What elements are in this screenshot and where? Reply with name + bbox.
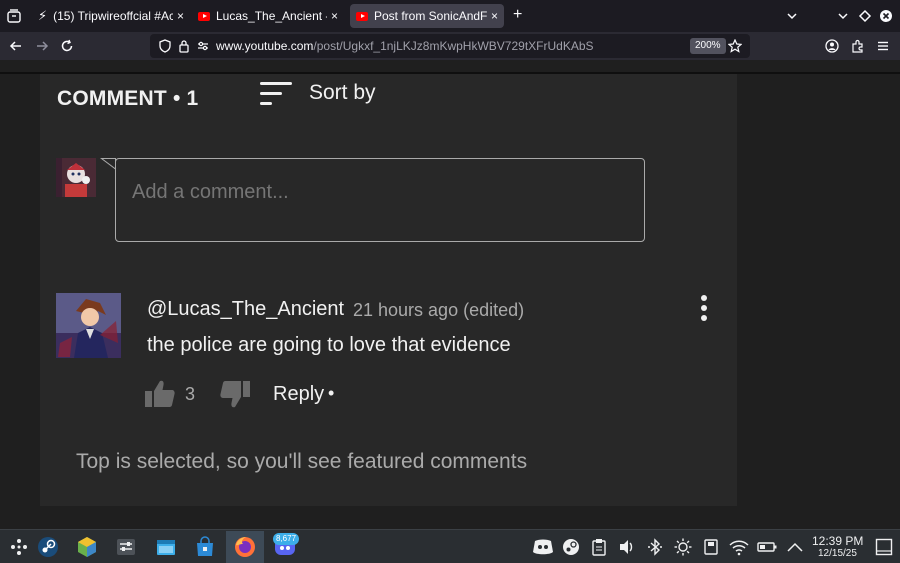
- store-icon[interactable]: [194, 536, 216, 558]
- tab-overflow-icon[interactable]: [785, 9, 799, 23]
- zoom-level-badge[interactable]: 200%: [690, 38, 726, 54]
- tracking-shield-icon[interactable]: [158, 39, 172, 53]
- new-tab-button[interactable]: +: [513, 6, 522, 24]
- extensions-icon[interactable]: [848, 36, 868, 56]
- close-icon[interactable]: ×: [331, 9, 338, 23]
- reload-icon[interactable]: [57, 36, 77, 56]
- avatar[interactable]: [56, 158, 96, 197]
- tab-title: Lucas_The_Ancient - You: [216, 9, 327, 23]
- tray-expand-icon[interactable]: [784, 536, 806, 558]
- dislike-icon[interactable]: [219, 379, 251, 409]
- comment-text: the police are going to love that eviden…: [147, 334, 511, 356]
- close-icon[interactable]: ×: [177, 9, 184, 23]
- comment-timestamp[interactable]: 21 hours ago (edited): [353, 300, 524, 321]
- comment-header-separator: •: [172, 87, 181, 110]
- storage-icon[interactable]: [700, 536, 722, 558]
- close-icon[interactable]: ×: [491, 9, 498, 23]
- tab-list-icon[interactable]: [6, 8, 22, 24]
- comment-count: 1: [186, 87, 199, 110]
- wifi-icon[interactable]: [728, 536, 750, 558]
- package-manager-icon[interactable]: [76, 536, 98, 558]
- clock-time[interactable]: 12:39 PM: [812, 534, 863, 548]
- comment-count-header: COMMENT • 1: [57, 87, 198, 111]
- tab-lucas-channel[interactable]: Lucas_The_Ancient - You ×: [192, 4, 344, 28]
- reply-button[interactable]: Reply: [273, 383, 324, 406]
- permissions-icon[interactable]: [196, 39, 210, 53]
- browser-tab-bar: ⚡ (15) Tripwireoffcial #Acc × Lucas_The_…: [0, 0, 900, 32]
- clock-date[interactable]: 12/15/25: [818, 548, 857, 559]
- tab-title: Post from SonicAndFrier: [374, 9, 487, 23]
- comments-panel: [40, 74, 737, 506]
- url-bar[interactable]: www.youtube.com/post/Ugkxf_1njLKJz8mKwpH…: [150, 34, 750, 58]
- maximize-icon[interactable]: [858, 9, 872, 23]
- discord-tray-icon[interactable]: [532, 536, 554, 558]
- commenter-avatar[interactable]: [56, 293, 121, 358]
- divider: [0, 60, 900, 74]
- clipboard-icon[interactable]: [588, 536, 610, 558]
- volume-icon[interactable]: [616, 536, 638, 558]
- featured-comments-note: Top is selected, so you'll see featured …: [76, 450, 528, 473]
- like-count: 3: [185, 384, 196, 404]
- like-icon[interactable]: [144, 379, 176, 409]
- bookmark-star-icon[interactable]: [727, 38, 743, 53]
- tab-post-active[interactable]: Post from SonicAndFrier ×: [350, 4, 504, 28]
- notification-count-badge: 8,677: [273, 533, 300, 545]
- comment-header-label: COMMENT: [57, 87, 167, 110]
- more-actions-icon[interactable]: [693, 293, 715, 323]
- browser-nav-bar: www.youtube.com/post/Ugkxf_1njLKJz8mKwpH…: [0, 32, 900, 60]
- steam-icon[interactable]: [37, 536, 59, 558]
- lock-icon[interactable]: [177, 39, 191, 53]
- url-host: www.youtube.com: [216, 39, 314, 53]
- app-launcher-icon[interactable]: [8, 536, 30, 558]
- reply-separator-dot: •: [328, 383, 335, 403]
- comment-author[interactable]: @Lucas_The_Ancient: [147, 298, 344, 321]
- comment-box-tail-inner: [103, 159, 115, 168]
- file-manager-icon[interactable]: [155, 536, 177, 558]
- battery-icon[interactable]: [756, 536, 778, 558]
- add-comment-input[interactable]: [132, 181, 612, 204]
- brightness-icon[interactable]: [672, 536, 694, 558]
- show-desktop-icon[interactable]: [873, 536, 895, 558]
- firefox-icon[interactable]: [234, 536, 256, 558]
- steam-tray-icon[interactable]: [560, 536, 582, 558]
- bluetooth-icon[interactable]: [644, 536, 666, 558]
- tab-tripwire[interactable]: ⚡ (15) Tripwireoffcial #Acc ×: [32, 4, 190, 28]
- window-close-icon[interactable]: [879, 9, 893, 23]
- system-settings-icon[interactable]: [115, 536, 137, 558]
- back-icon[interactable]: [6, 36, 26, 56]
- account-icon[interactable]: [822, 36, 842, 56]
- minimize-icon[interactable]: [836, 9, 850, 23]
- youtube-icon: [356, 11, 368, 21]
- system-taskbar: 8,677 12:39 PM 12/15/25: [0, 529, 900, 563]
- sort-icon[interactable]: [259, 82, 293, 106]
- youtube-icon: [198, 11, 210, 21]
- url-text[interactable]: www.youtube.com/post/Ugkxf_1njLKJz8mKwpH…: [216, 39, 594, 53]
- menu-icon[interactable]: [873, 36, 893, 56]
- sort-by-button[interactable]: Sort by: [309, 81, 376, 105]
- tab-title: (15) Tripwireoffcial #Acc: [53, 9, 173, 23]
- url-path: /post/Ugkxf_1njLKJz8mKwpHkWBV729tXFrUdKA…: [313, 39, 594, 53]
- forward-icon[interactable]: [32, 36, 52, 56]
- add-comment-box[interactable]: [115, 158, 645, 242]
- bolt-icon: ⚡: [38, 8, 48, 23]
